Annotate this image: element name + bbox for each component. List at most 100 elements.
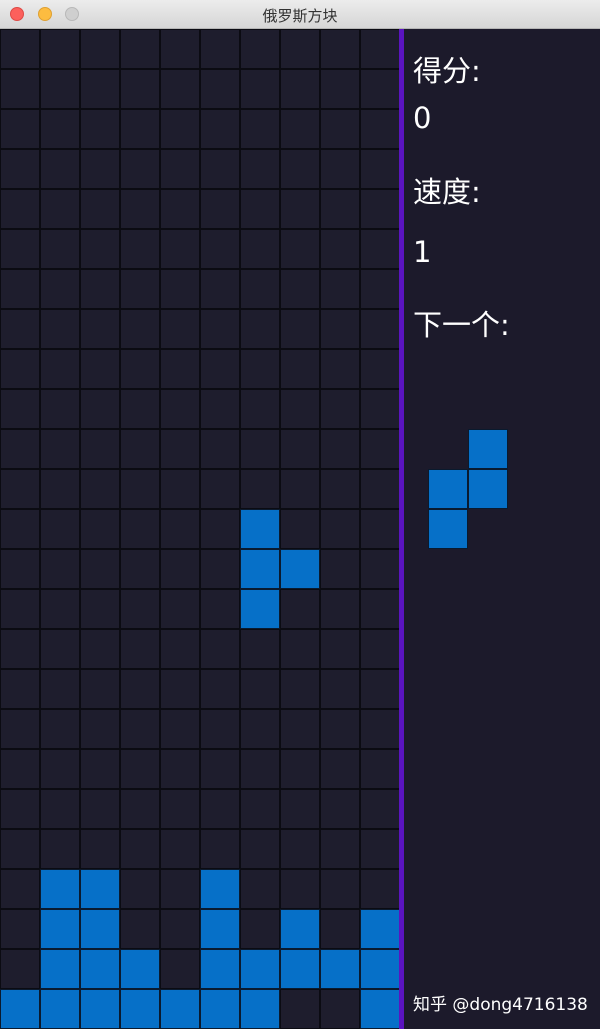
empty-cell [320, 149, 360, 189]
empty-cell [280, 429, 320, 469]
filled-block [320, 949, 360, 989]
empty-cell [200, 309, 240, 349]
empty-cell [80, 629, 120, 669]
empty-cell [280, 149, 320, 189]
empty-cell [240, 469, 280, 509]
empty-cell [160, 149, 200, 189]
empty-cell [320, 349, 360, 389]
empty-cell [80, 109, 120, 149]
empty-cell [280, 69, 320, 109]
empty-cell [120, 629, 160, 669]
empty-cell [200, 589, 240, 629]
empty-cell [0, 629, 40, 669]
empty-cell [360, 509, 400, 549]
empty-cell [240, 829, 280, 869]
empty-cell [320, 709, 360, 749]
empty-cell [120, 269, 160, 309]
empty-cell [320, 789, 360, 829]
empty-cell [200, 749, 240, 789]
empty-cell [160, 269, 200, 309]
empty-cell [0, 349, 40, 389]
filled-block [40, 949, 80, 989]
filled-block [240, 589, 280, 629]
empty-cell [80, 429, 120, 469]
empty-cell [280, 269, 320, 309]
empty-cell [80, 349, 120, 389]
empty-cell [320, 269, 360, 309]
empty-cell [0, 589, 40, 629]
empty-cell [120, 429, 160, 469]
empty-cell [320, 629, 360, 669]
empty-cell [120, 549, 160, 589]
empty-cell [160, 789, 200, 829]
empty-cell [320, 869, 360, 909]
empty-cell [160, 709, 200, 749]
empty-cell [360, 389, 400, 429]
empty-cell [280, 109, 320, 149]
empty-cell [320, 189, 360, 229]
empty-cell [0, 229, 40, 269]
empty-cell [200, 549, 240, 589]
empty-cell [80, 269, 120, 309]
filled-block [120, 949, 160, 989]
empty-cell [160, 69, 200, 109]
empty-cell [360, 789, 400, 829]
empty-cell [160, 909, 200, 949]
empty-cell [40, 789, 80, 829]
empty-cell [200, 229, 240, 269]
empty-cell [360, 109, 400, 149]
empty-cell [280, 29, 320, 69]
empty-cell [160, 309, 200, 349]
empty-cell [40, 269, 80, 309]
empty-cell [0, 749, 40, 789]
empty-cell [0, 429, 40, 469]
empty-cell [80, 229, 120, 269]
next-piece-block [428, 509, 468, 549]
empty-cell [200, 349, 240, 389]
empty-cell [40, 429, 80, 469]
empty-cell [120, 29, 160, 69]
filled-block [40, 909, 80, 949]
filled-block [0, 989, 40, 1029]
filled-block [80, 949, 120, 989]
empty-cell [40, 189, 80, 229]
empty-cell [80, 749, 120, 789]
game-board[interactable] [0, 29, 400, 1029]
empty-cell [120, 709, 160, 749]
empty-cell [280, 789, 320, 829]
empty-cell [320, 669, 360, 709]
empty-cell [240, 869, 280, 909]
empty-cell [320, 749, 360, 789]
empty-cell [280, 669, 320, 709]
empty-cell [80, 189, 120, 229]
empty-cell [280, 229, 320, 269]
empty-cell [360, 269, 400, 309]
empty-cell [0, 29, 40, 69]
empty-cell [240, 309, 280, 349]
next-piece-label: 下一个: [413, 308, 510, 342]
empty-cell [200, 189, 240, 229]
empty-cell [320, 309, 360, 349]
empty-cell [320, 389, 360, 429]
filled-block [160, 989, 200, 1029]
empty-cell [280, 389, 320, 429]
filled-block [200, 869, 240, 909]
empty-cell [40, 589, 80, 629]
filled-block [80, 909, 120, 949]
empty-cell [160, 389, 200, 429]
filled-block [120, 989, 160, 1029]
empty-cell [160, 749, 200, 789]
filled-block [360, 909, 400, 949]
empty-cell [280, 189, 320, 229]
empty-cell [240, 789, 280, 829]
empty-cell [0, 69, 40, 109]
empty-cell [160, 429, 200, 469]
empty-cell [240, 909, 280, 949]
empty-cell [0, 669, 40, 709]
empty-cell [80, 509, 120, 549]
empty-cell [80, 469, 120, 509]
empty-cell [320, 549, 360, 589]
empty-cell [280, 749, 320, 789]
empty-cell [280, 309, 320, 349]
empty-cell [120, 229, 160, 269]
